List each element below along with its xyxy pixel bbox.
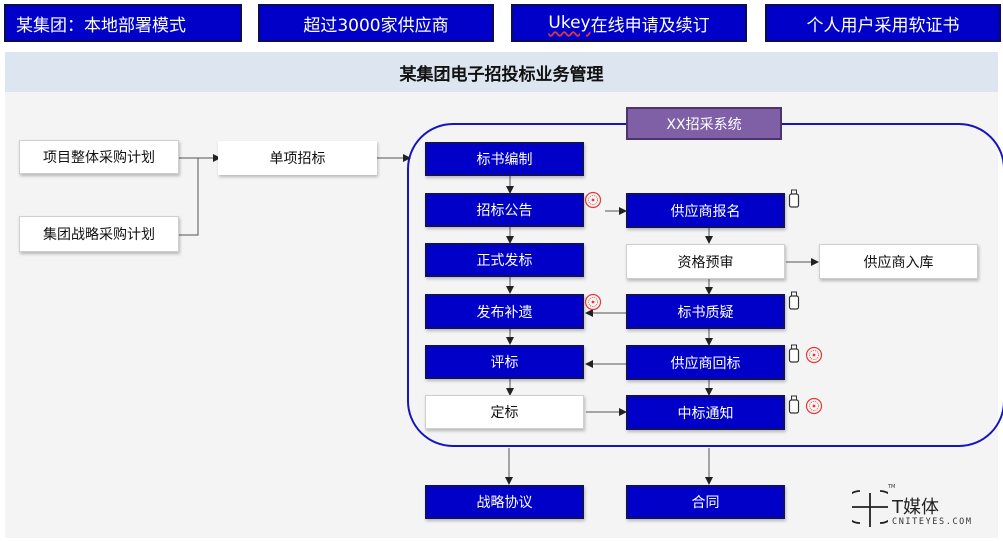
seal-icon (584, 293, 602, 311)
logo-site: CNITEYES.COM (892, 517, 973, 527)
step-tender-announcement: 招标公告 (425, 193, 584, 227)
logo-mark-icon (852, 490, 888, 527)
step-supplier-bid-return: 供应商回标 (626, 345, 785, 380)
step-supplier-registration: 供应商报名 (626, 193, 785, 228)
usb-key-icon (788, 291, 800, 310)
output-strategic-agreement: 战略协议 (425, 485, 584, 519)
seal-icon (805, 346, 823, 364)
seal-icon (805, 397, 823, 415)
step-tender-prep: 标书编制 (425, 142, 584, 176)
usb-key-icon (788, 395, 800, 414)
diagram-canvas: 某集团：本地部署模式 超过3000家供应商 Ukey 在线申请及续订 个人用户采用… (0, 0, 1003, 541)
line-strategy-merge (179, 158, 199, 236)
step-formal-issue: 正式发标 (425, 243, 584, 277)
usb-key-icon (788, 189, 800, 208)
logo-name: T媒体 (892, 497, 939, 518)
plan-overall-box: 项目整体采购计划 (19, 140, 179, 174)
seal-icon (584, 191, 602, 209)
step-prequalification: 资格预审 (626, 244, 785, 279)
media-logo: TM T媒体 CNITEYES.COM (852, 483, 1002, 533)
step-award-notice: 中标通知 (626, 395, 785, 430)
plan-strategy-box: 集团战略采购计划 (19, 216, 179, 252)
usb-key-icon (788, 344, 800, 363)
supplier-pool-box: 供应商入库 (819, 244, 978, 279)
step-evaluation: 评标 (425, 345, 584, 379)
step-award-decision: 定标 (425, 395, 584, 429)
step-tender-query: 标书质疑 (626, 294, 785, 329)
logo-tm: TM (888, 484, 896, 490)
step-addendum: 发布补遗 (425, 294, 584, 329)
output-contract: 合同 (626, 485, 785, 519)
single-tender-box: 单项招标 (218, 141, 377, 175)
